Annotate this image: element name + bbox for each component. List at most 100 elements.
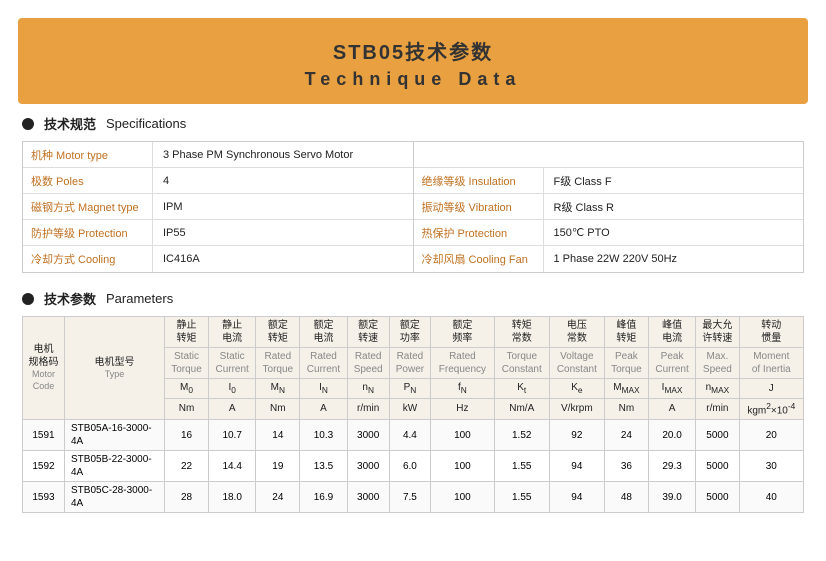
cell-type: STB05C-28-3000-4A <box>65 482 165 513</box>
cell-type: STB05A-16-3000-4A <box>65 420 165 451</box>
params-bullet <box>22 293 34 305</box>
params-title-cn: 技术参数 <box>44 289 96 308</box>
specs-value-motortype: 3 Phase PM Synchronous Servo Motor <box>153 142 413 167</box>
col-j-en: Momentof Inertia <box>739 348 803 379</box>
col-mmax-cn: 峰值转矩 <box>604 317 648 348</box>
table-row: 1591 STB05A-16-3000-4A 16 10.7 14 10.3 3… <box>23 420 804 451</box>
params-header-cn: 电机 规格码 Motor Code 电机型号 Type 静止转矩 静止电流 额定… <box>23 317 804 348</box>
col-ke-en: VoltageConstant <box>549 348 604 379</box>
cell-nn: 3000 <box>347 451 389 482</box>
col-mn-cn: 额定转矩 <box>256 317 300 348</box>
cell-pn: 4.4 <box>389 420 430 451</box>
specs-label-motortype: 机种 Motor type <box>23 142 153 167</box>
specs-row-insulation: 绝缘等级 Insulation F级 Class F <box>414 168 804 194</box>
cell-mmax: 48 <box>604 482 648 513</box>
cell-code: 1591 <box>23 420 65 451</box>
col-mmax-en: PeakTorque <box>604 348 648 379</box>
col-fn-cn: 额定频率 <box>431 317 495 348</box>
cell-nmax: 5000 <box>696 420 739 451</box>
col-m0-unit: Nm <box>165 398 209 419</box>
col-nn-en: RatedSpeed <box>347 348 389 379</box>
specs-row-motortype: 机种 Motor type 3 Phase PM Synchronous Ser… <box>23 142 413 168</box>
col-pn-cn: 额定功率 <box>389 317 430 348</box>
col-mmax-unit: Nm <box>604 398 648 419</box>
specs-left: 机种 Motor type 3 Phase PM Synchronous Ser… <box>23 142 413 272</box>
cell-nmax: 5000 <box>696 482 739 513</box>
cell-fn: 100 <box>431 482 495 513</box>
specs-label-protection: 防护等级 Protection <box>23 220 153 245</box>
params-heading: 技术参数 Parameters <box>22 289 804 308</box>
col-imax-en: PeakCurrent <box>648 348 695 379</box>
cell-mn: 14 <box>256 420 300 451</box>
specs-label-vibration: 振动等级 Vibration <box>414 194 544 219</box>
cell-pn: 6.0 <box>389 451 430 482</box>
col-mmax-sub: MMAX <box>604 379 648 399</box>
specs-row-cooling: 冷却方式 Cooling IC416A <box>23 246 413 272</box>
col-m0-sub: M0 <box>165 379 209 399</box>
specs-value-magnet: IPM <box>153 194 413 219</box>
specs-value-insulation: F级 Class F <box>544 168 804 193</box>
cell-nn: 3000 <box>347 420 389 451</box>
cell-nn: 3000 <box>347 482 389 513</box>
col-nn-sub: nN <box>347 379 389 399</box>
col-kt-en: TorqueConstant <box>494 348 549 379</box>
cell-i0: 10.7 <box>209 420 256 451</box>
specs-label-fan: 冷却风扇 Cooling Fan <box>414 246 544 272</box>
cell-in: 10.3 <box>300 420 347 451</box>
specs-label-insulation: 绝缘等级 Insulation <box>414 168 544 193</box>
col-fn-en: RatedFrequency <box>431 348 495 379</box>
col-nmax-sub: nMAX <box>696 379 739 399</box>
col-ke-unit: V/krpm <box>549 398 604 419</box>
col-j-cn: 转动惯量 <box>739 317 803 348</box>
col-in-en: RatedCurrent <box>300 348 347 379</box>
cell-code: 1592 <box>23 451 65 482</box>
col-imax-unit: A <box>648 398 695 419</box>
col-m0-cn: 静止转矩 <box>165 317 209 348</box>
specs-label-magnet: 磁钢方式 Magnet type <box>23 194 153 219</box>
specs-label-poles: 极数 Poles <box>23 168 153 193</box>
cell-imax: 39.0 <box>648 482 695 513</box>
col-i0-en: StaticCurrent <box>209 348 256 379</box>
specs-value-thermal: 150℃ PTO <box>544 220 804 245</box>
col-kt-unit: Nm/A <box>494 398 549 419</box>
col-in-sub: IN <box>300 379 347 399</box>
cell-pn: 7.5 <box>389 482 430 513</box>
cell-ke: 94 <box>549 482 604 513</box>
col-nn-cn: 额定转速 <box>347 317 389 348</box>
cell-kt: 1.55 <box>494 482 549 513</box>
cell-mmax: 36 <box>604 451 648 482</box>
specs-right: 绝缘等级 Insulation F级 Class F 振动等级 Vibratio… <box>414 142 804 272</box>
col-i0-cn: 静止电流 <box>209 317 256 348</box>
col-j-sub: J <box>739 379 803 399</box>
col-in-unit: A <box>300 398 347 419</box>
cell-mn: 24 <box>256 482 300 513</box>
col-mn-unit: Nm <box>256 398 300 419</box>
col-kt-sub: Kt <box>494 379 549 399</box>
col-kt-cn: 转矩常数 <box>494 317 549 348</box>
specs-section: 技术规范 Specifications 机种 Motor type 3 Phas… <box>0 104 826 273</box>
specs-row-empty <box>414 142 804 168</box>
cell-m0: 22 <box>165 451 209 482</box>
specs-row-protection: 防护等级 Protection IP55 <box>23 220 413 246</box>
cell-fn: 100 <box>431 420 495 451</box>
col-mn-en: RatedTorque <box>256 348 300 379</box>
col-ke-cn: 电压常数 <box>549 317 604 348</box>
cell-type: STB05B-22-3000-4A <box>65 451 165 482</box>
specs-title-cn: 技术规范 <box>44 114 96 133</box>
specs-value-protection: IP55 <box>153 220 413 245</box>
cell-imax: 29.3 <box>648 451 695 482</box>
specs-row-poles: 极数 Poles 4 <box>23 168 413 194</box>
col-nmax-unit: r/min <box>696 398 739 419</box>
specs-row-magnet: 磁钢方式 Magnet type IPM <box>23 194 413 220</box>
params-section: 技术参数 Parameters 电机 规格码 Motor Code 电机型号 T… <box>0 283 826 513</box>
cell-mmax: 24 <box>604 420 648 451</box>
cell-in: 16.9 <box>300 482 347 513</box>
cell-m0: 28 <box>165 482 209 513</box>
col-imax-sub: IMAX <box>648 379 695 399</box>
cell-mn: 19 <box>256 451 300 482</box>
specs-value-fan: 1 Phase 22W 220V 50Hz <box>544 246 804 272</box>
col-imax-cn: 峰值电流 <box>648 317 695 348</box>
cell-kt: 1.52 <box>494 420 549 451</box>
specs-label-thermal: 热保护 Protection <box>414 220 544 245</box>
cell-kt: 1.55 <box>494 451 549 482</box>
